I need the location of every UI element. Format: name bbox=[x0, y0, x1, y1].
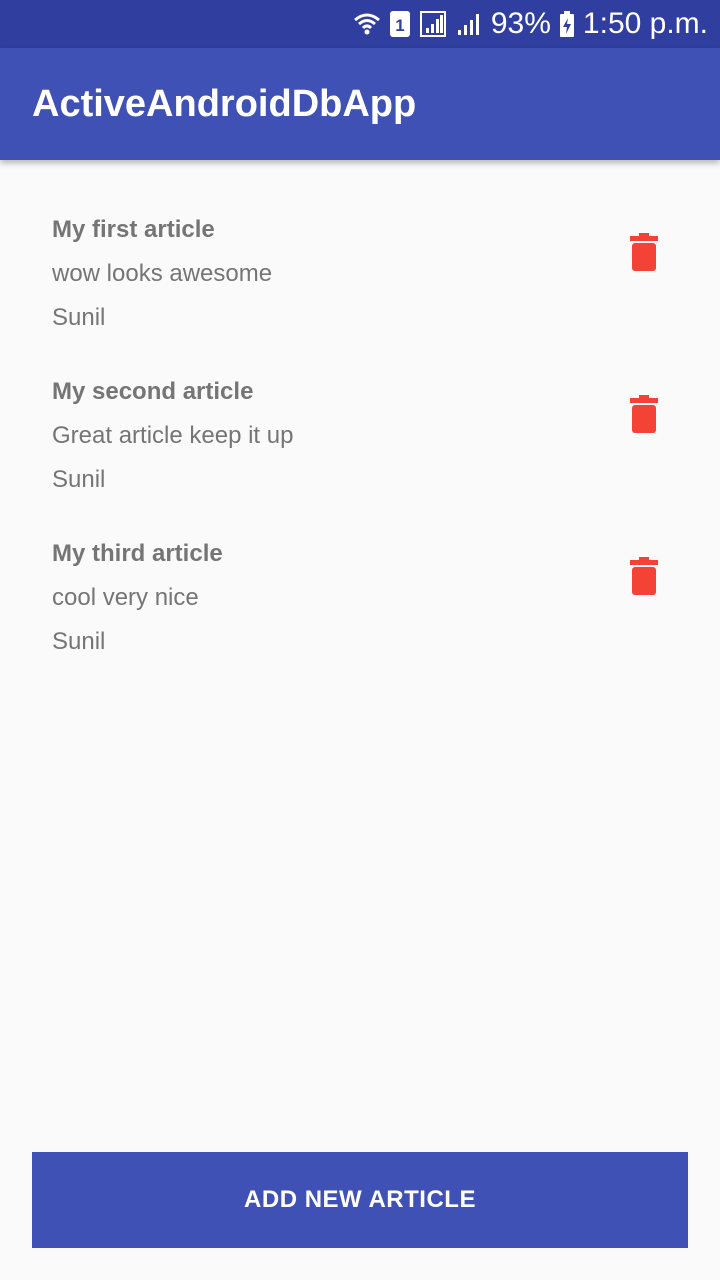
article-body: cool very nice bbox=[52, 584, 199, 611]
list-item[interactable]: My second article Great article keep it … bbox=[0, 322, 720, 493]
article-author: Sunil bbox=[52, 628, 106, 655]
sim-label: 1 bbox=[395, 16, 404, 35]
trash-icon bbox=[630, 556, 658, 600]
trash-icon bbox=[630, 232, 658, 276]
list-item[interactable]: My first article wow looks awesome Sunil bbox=[0, 160, 720, 331]
signal-icon bbox=[419, 10, 447, 38]
clock: 1:50 p.m. bbox=[582, 7, 708, 40]
article-title: My third article bbox=[52, 540, 223, 567]
battery-percent: 93% bbox=[490, 7, 551, 40]
delete-button[interactable] bbox=[620, 554, 668, 602]
battery-charging-icon bbox=[559, 10, 575, 38]
sim-1-icon: 1 bbox=[389, 10, 411, 38]
article-body: Great article keep it up bbox=[52, 422, 294, 449]
list-item[interactable]: My third article cool very nice Sunil bbox=[0, 484, 720, 655]
article-title: My second article bbox=[52, 378, 254, 405]
wifi-icon bbox=[353, 10, 381, 38]
app-bar: ActiveAndroidDbApp bbox=[0, 48, 720, 160]
trash-icon bbox=[630, 394, 658, 438]
article-body: wow looks awesome bbox=[52, 260, 273, 287]
delete-button[interactable] bbox=[620, 230, 668, 278]
add-new-article-button[interactable]: ADD NEW ARTICLE bbox=[32, 1152, 688, 1248]
article-title: My first article bbox=[52, 216, 215, 243]
app-title: ActiveAndroidDbApp bbox=[32, 83, 417, 125]
delete-button[interactable] bbox=[620, 392, 668, 440]
status-bar: 1 93% 1:50 p.m. bbox=[0, 0, 720, 48]
status-icons: 1 93% 1:50 p.m. bbox=[353, 0, 708, 48]
signal-icon bbox=[455, 10, 483, 38]
